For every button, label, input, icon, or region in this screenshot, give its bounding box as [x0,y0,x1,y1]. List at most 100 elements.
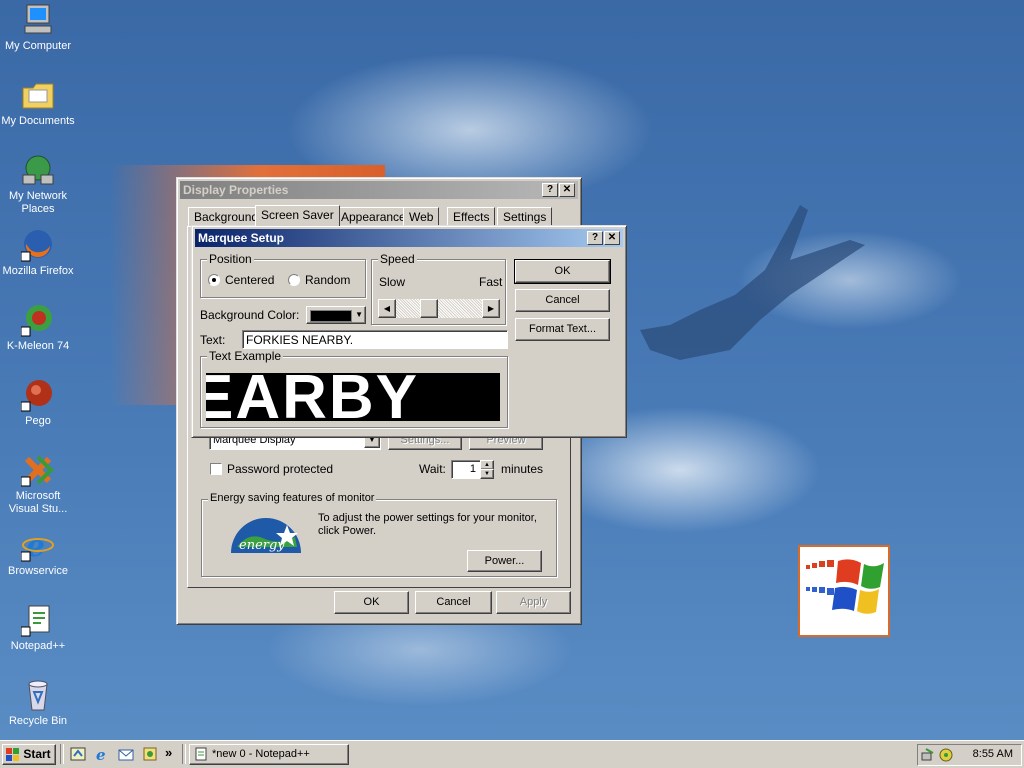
tab-appearance[interactable]: Appearance [335,207,412,226]
clock[interactable]: 8:55 AM [973,748,1013,760]
desktop-icon-label: Pego [25,415,51,427]
channels-icon[interactable] [142,746,158,762]
bg-color-label: Background Color: [200,308,300,322]
format-text-button[interactable]: Format Text... [515,318,610,341]
windows-flag-icon [6,748,20,761]
ok-button[interactable]: OK [514,259,611,284]
network-icon [21,153,55,187]
close-button[interactable]: ✕ [604,231,620,245]
marquee-text-input[interactable]: FORKIES NEARBY. [242,330,508,349]
energy-group-label: Energy saving features of monitor [208,492,377,504]
desktop-icon-my-documents[interactable]: My Documents [0,78,76,128]
tab-effects[interactable]: Effects [447,207,496,226]
taskbar-button-notepadpp[interactable]: *new 0 - Notepad++ [189,744,349,765]
desktop-icon-label: Notepad++ [10,640,66,652]
desktop-icon-my-computer[interactable]: My Computer [0,3,76,53]
password-checkbox[interactable] [210,463,222,475]
speed-slider[interactable]: ◀ ▶ [378,299,500,318]
desktop-icon-label: K-Meleon 74 [6,340,70,352]
folder-icon [21,78,55,112]
network-tray-icon[interactable] [921,747,937,763]
random-radio[interactable] [288,274,300,286]
wait-down-icon[interactable]: ▼ [480,469,494,479]
quicklaunch-chevron-icon[interactable]: » [165,745,172,760]
bg-color-swatch [310,310,352,322]
tab-web[interactable]: Web [403,207,440,226]
notepadpp-icon [194,747,208,761]
bg-color-button[interactable]: ▼ [306,306,366,324]
desktop-icon-browservice[interactable]: e Browservice [0,528,76,578]
desktop-icon-network[interactable]: My Network Places [0,153,76,216]
scroll-right-icon[interactable]: ▶ [482,299,500,318]
desktop-icon-pego[interactable]: Pego [0,378,76,428]
cancel-button[interactable]: Cancel [515,289,610,312]
desktop-icon-label: Browservice [8,565,68,577]
speed-group-label: Speed [378,252,417,266]
desktop-icon-label: Recycle Bin [8,715,68,727]
minutes-label: minutes [501,462,544,476]
system-tray: 8:55 AM [917,744,1022,766]
cancel-button[interactable]: Cancel [415,591,492,614]
divider [60,744,64,764]
close-button[interactable]: ✕ [559,183,575,197]
slow-label: Slow [379,275,406,289]
kmeleon-icon [20,303,55,337]
chevron-down-icon: ▼ [355,310,363,319]
desktop-icon-label: My Computer [4,40,72,52]
wait-label: Wait: [419,462,446,476]
notepadpp-icon [20,603,55,637]
apply-button[interactable]: Apply [496,591,571,614]
marquee-setup-dialog: Marquee Setup ? ✕ Position Centered Rand… [191,225,627,438]
desktop-icon-firefox[interactable]: Mozilla Firefox [0,228,76,278]
text-label: Text: [200,333,226,347]
show-desktop-icon[interactable] [70,746,86,762]
desktop-icon-kmeleon[interactable]: K-Meleon 74 [0,303,76,353]
desktop-icon-label: My Network Places [8,190,68,215]
pego-icon [20,378,55,412]
taskbar-button-label: *new 0 - Notepad++ [212,748,310,760]
recycle-bin-icon [21,678,55,712]
fast-label: Fast [479,275,503,289]
scroll-left-icon[interactable]: ◀ [378,299,396,318]
display-properties-titlebar[interactable]: Display Properties ? ✕ [180,181,578,199]
visual-studio-icon [20,453,55,487]
energy-star-icon: energy [229,511,303,555]
monitor-tray-icon[interactable] [938,747,954,763]
ie-icon: e [20,528,55,564]
marquee-setup-titlebar[interactable]: Marquee Setup ? ✕ [195,229,623,247]
help-button[interactable]: ? [542,183,558,197]
text-example-label: Text Example [207,349,284,363]
centered-radio[interactable] [208,274,220,286]
tab-screen-saver[interactable]: Screen Saver [255,205,340,226]
energy-text: To adjust the power settings for your mo… [318,512,537,537]
text-example-preview: EARBY [206,373,500,421]
divider [182,744,186,764]
text-example-marquee: EARBY [206,373,420,421]
ok-button[interactable]: OK [334,591,409,614]
computer-icon [21,3,55,37]
dialog-title: Marquee Setup [198,231,285,245]
desktop-icon-visual-studio[interactable]: Microsoft Visual Stu... [0,453,76,516]
ie-icon[interactable]: e [94,746,110,764]
wallpaper-diver-silhouette [640,205,865,360]
firefox-icon [20,228,55,262]
desktop-icon-notepadpp[interactable]: Notepad++ [0,603,76,653]
power-button[interactable]: Power... [467,550,542,572]
window-title: Display Properties [183,183,289,197]
desktop-icon-label: Mozilla Firefox [2,265,74,277]
desktop-icon-recycle-bin[interactable]: Recycle Bin [0,678,76,728]
speed-slider-thumb[interactable] [420,299,438,318]
help-button[interactable]: ? [587,231,603,245]
centered-label: Centered [225,273,275,287]
start-button[interactable]: Start [2,744,56,765]
apply-button-label: Apply [519,596,548,608]
desktop-icon-label: My Documents [1,115,75,127]
tab-settings[interactable]: Settings [497,207,553,226]
outlook-icon[interactable] [118,746,134,762]
start-label: Start [23,747,51,761]
tab-background[interactable]: Background [188,207,265,226]
random-label: Random [305,273,351,287]
marquee-text-value: FORKIES NEARBY. [246,333,354,347]
svg-text:energy: energy [239,538,285,553]
wait-input[interactable]: 1 [451,460,481,479]
